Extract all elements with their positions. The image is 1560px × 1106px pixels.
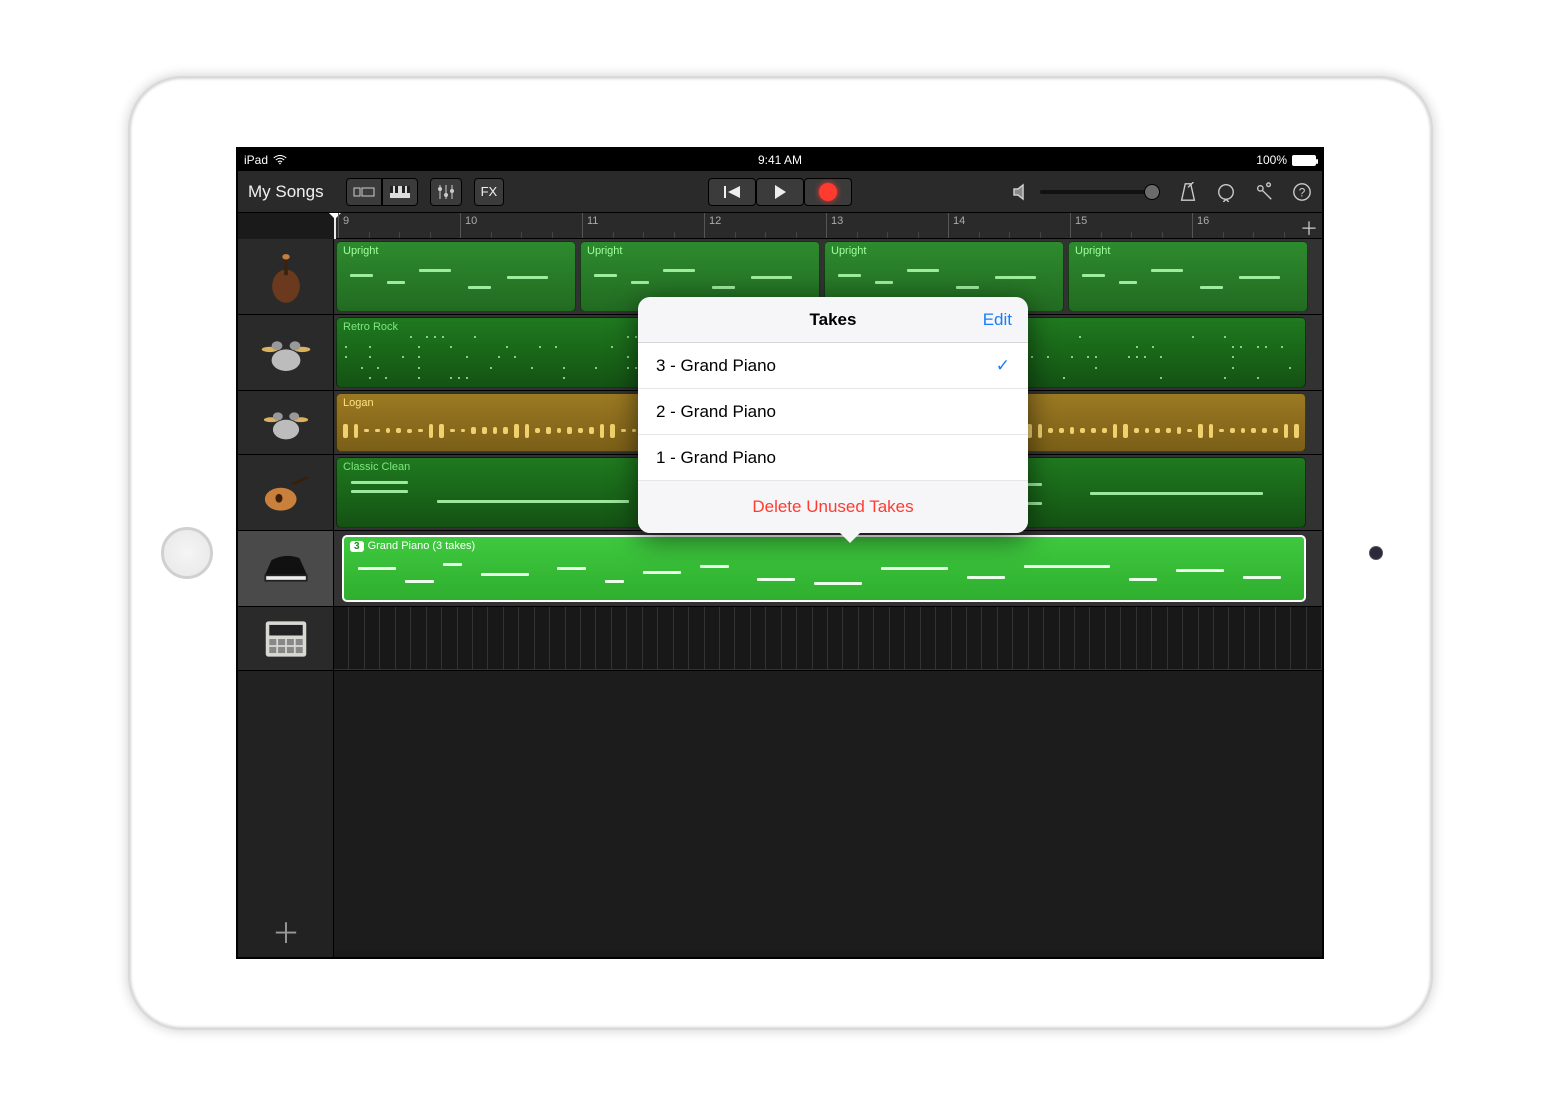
- popover-title: Takes: [810, 310, 857, 330]
- takes-popover: Takes Edit 3 - Grand Piano ✓ 2 - Grand P…: [638, 297, 1028, 533]
- track-header-drums-1[interactable]: [238, 315, 333, 391]
- view-switch[interactable]: [346, 178, 418, 206]
- record-icon: [819, 183, 837, 201]
- tracks-view-icon[interactable]: [346, 178, 382, 206]
- popover-header: Takes Edit: [638, 297, 1028, 343]
- ipad-frame: iPad 9:41 AM 100% My Songs: [128, 76, 1433, 1030]
- back-button[interactable]: My Songs: [248, 182, 324, 202]
- guitar-icon: [257, 464, 315, 522]
- lane-piano[interactable]: 3Grand Piano (3 takes): [334, 531, 1322, 607]
- svg-text:?: ?: [1299, 185, 1306, 199]
- screen: iPad 9:41 AM 100% My Songs: [236, 147, 1324, 959]
- region-label: Upright: [825, 242, 1063, 260]
- play-button[interactable]: [756, 178, 804, 206]
- battery-percent: 100%: [1256, 153, 1287, 167]
- rewind-button[interactable]: [708, 178, 756, 206]
- keyboard-view-icon[interactable]: [382, 178, 418, 206]
- settings-icon[interactable]: [1254, 182, 1274, 202]
- track-header-piano[interactable]: [238, 531, 333, 607]
- take-item-3[interactable]: 3 - Grand Piano ✓: [638, 343, 1028, 389]
- check-icon: ✓: [996, 356, 1010, 376]
- delete-unused-takes-button[interactable]: Delete Unused Takes: [638, 481, 1028, 533]
- take-badge: 3: [350, 541, 364, 552]
- wifi-icon: [273, 155, 287, 165]
- toolbar: My Songs FX: [238, 171, 1322, 213]
- track-header-drummachine[interactable]: [238, 607, 333, 671]
- take-label: 2 - Grand Piano: [656, 402, 776, 422]
- front-camera: [1369, 546, 1383, 560]
- loop-icon[interactable]: [1216, 182, 1236, 202]
- take-label: 3 - Grand Piano: [656, 356, 776, 376]
- timeline-ruler[interactable]: ＋ 910111213141516: [334, 213, 1322, 239]
- piano-icon: [257, 540, 315, 598]
- status-time: 9:41 AM: [758, 153, 802, 167]
- drums-icon: [257, 394, 315, 452]
- status-bar: iPad 9:41 AM 100%: [238, 149, 1322, 171]
- add-track-button[interactable]: ＋: [238, 907, 334, 957]
- volume-slider[interactable]: [1040, 190, 1160, 194]
- track-header-drums-2[interactable]: [238, 391, 333, 455]
- empty-area[interactable]: [334, 671, 1322, 951]
- region-label: 3Grand Piano (3 takes): [344, 537, 1304, 555]
- take-label: 1 - Grand Piano: [656, 448, 776, 468]
- region-upright-1[interactable]: Upright: [336, 241, 576, 312]
- drums-icon: [257, 324, 315, 382]
- add-section-button[interactable]: ＋: [1300, 215, 1318, 241]
- drummachine-icon: [257, 610, 315, 668]
- transport: [708, 178, 852, 206]
- help-icon[interactable]: ?: [1292, 182, 1312, 202]
- takes-list: 3 - Grand Piano ✓ 2 - Grand Piano 1 - Gr…: [638, 343, 1028, 481]
- take-item-2[interactable]: 2 - Grand Piano: [638, 389, 1028, 435]
- region-label: Upright: [1069, 242, 1307, 260]
- region-label: Upright: [581, 242, 819, 260]
- battery-icon: [1292, 155, 1316, 166]
- fx-button[interactable]: FX: [474, 178, 505, 206]
- volume-icon: [1012, 182, 1032, 202]
- metronome-icon[interactable]: [1178, 182, 1198, 202]
- track-header-guitar[interactable]: [238, 455, 333, 531]
- track-header-bass[interactable]: [238, 239, 333, 315]
- device-name: iPad: [244, 153, 268, 167]
- track-headers: [238, 239, 334, 957]
- lane-drummachine[interactable]: [334, 607, 1322, 671]
- cello-icon: [257, 248, 315, 306]
- edit-button[interactable]: Edit: [983, 310, 1012, 330]
- record-button[interactable]: [804, 178, 852, 206]
- master-volume[interactable]: [1012, 182, 1160, 202]
- region-label: Upright: [337, 242, 575, 260]
- region-grand-piano[interactable]: 3Grand Piano (3 takes): [342, 535, 1306, 602]
- region-upright-4[interactable]: Upright: [1068, 241, 1308, 312]
- home-button[interactable]: [161, 527, 213, 579]
- take-item-1[interactable]: 1 - Grand Piano: [638, 435, 1028, 481]
- mixer-button[interactable]: [430, 178, 462, 206]
